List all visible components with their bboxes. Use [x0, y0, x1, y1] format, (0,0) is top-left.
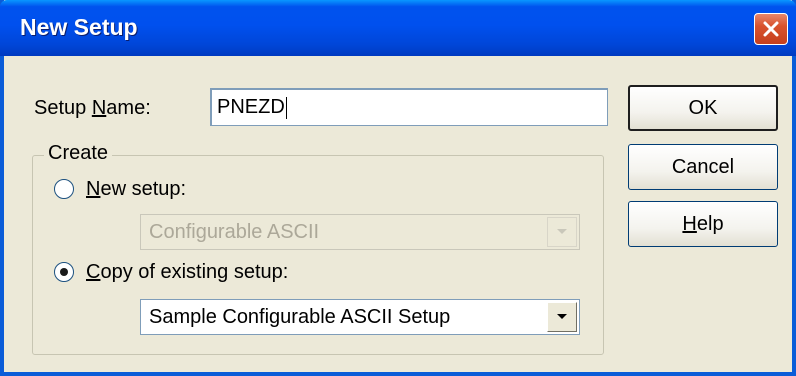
- close-button[interactable]: [754, 13, 788, 45]
- cancel-button[interactable]: Cancel: [628, 144, 778, 190]
- copy-setup-radio[interactable]: [54, 262, 74, 282]
- setup-name-label: Setup Name:: [34, 97, 151, 119]
- copy-setup-label[interactable]: Copy of existing setup:: [86, 261, 288, 284]
- existing-setup-dropdown-button[interactable]: [547, 302, 577, 332]
- new-setup-type-combo: Configurable ASCII: [140, 214, 580, 250]
- help-button[interactable]: Help: [628, 201, 778, 247]
- close-icon: [763, 21, 779, 37]
- new-setup-dropdown-button: [547, 217, 577, 247]
- title-bar[interactable]: New Setup: [0, 0, 796, 56]
- window-title: New Setup: [20, 14, 138, 40]
- setup-name-input[interactable]: PNEZD: [210, 88, 608, 126]
- new-setup-type-value: Configurable ASCII: [149, 221, 320, 243]
- chevron-down-icon: [557, 314, 567, 319]
- create-group-legend: Create: [44, 142, 113, 165]
- existing-setup-combo[interactable]: Sample Configurable ASCII Setup: [140, 299, 580, 335]
- ok-button[interactable]: OK: [628, 85, 778, 131]
- chevron-down-icon: [557, 229, 567, 234]
- text-caret: [285, 96, 287, 119]
- setup-name-value: PNEZD: [217, 96, 285, 118]
- existing-setup-value: Sample Configurable ASCII Setup: [149, 306, 451, 328]
- new-setup-label[interactable]: New setup:: [86, 178, 186, 201]
- new-setup-radio[interactable]: [54, 179, 74, 199]
